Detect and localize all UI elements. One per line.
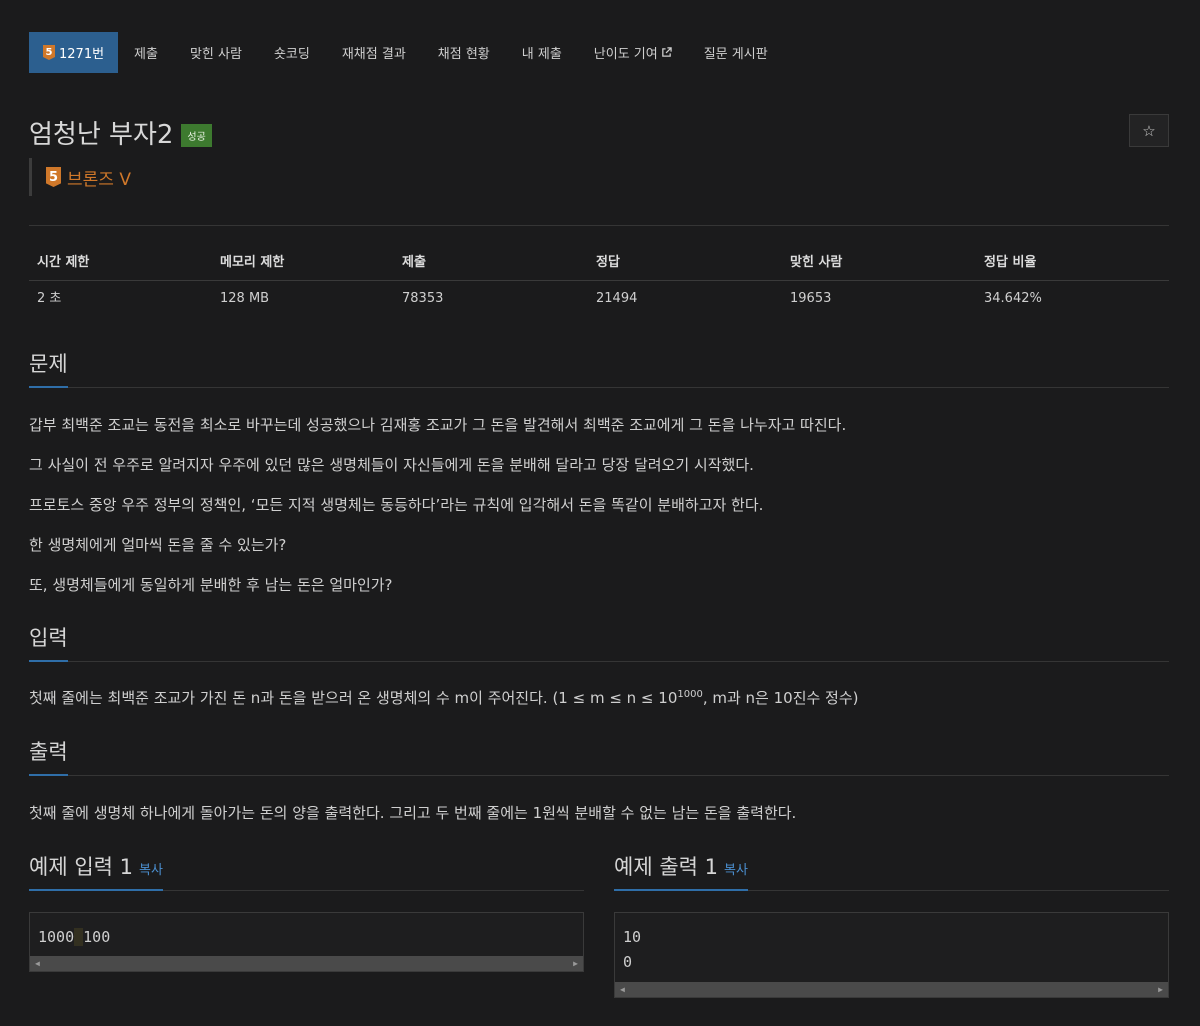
tab-difficulty-contribution[interactable]: 난이도 기여 xyxy=(578,32,688,73)
header-submissions: 제출 xyxy=(402,255,426,270)
header-memory-limit: 메모리 제한 xyxy=(220,255,285,270)
output-section-header: 출력 xyxy=(29,736,1169,776)
header-accepted: 정답 xyxy=(596,255,620,270)
problem-line: 그 사실이 전 우주로 알려지자 우주에 있던 많은 생명체들이 자신들에게 돈… xyxy=(29,456,754,474)
scroll-left-icon[interactable]: ◀ xyxy=(620,985,625,994)
divider xyxy=(29,225,1169,226)
section-title-input: 입력 xyxy=(29,622,68,662)
favorite-star-button[interactable]: ☆ xyxy=(1129,114,1169,147)
sample-input-value: 100 xyxy=(83,928,111,946)
value-time-limit: 2 초 xyxy=(37,291,62,306)
problem-line: 한 생명체에게 얼마씩 돈을 줄 수 있는가? xyxy=(29,536,287,554)
problem-title-row: 엄청난 부자2 성공 xyxy=(29,114,212,151)
scroll-left-icon[interactable]: ◀ xyxy=(35,959,40,968)
whitespace-highlight xyxy=(74,928,84,946)
section-title-output: 출력 xyxy=(29,736,68,776)
tier-badge-icon: 5 xyxy=(43,45,55,60)
value-solved-users: 19653 xyxy=(790,291,832,306)
star-icon: ☆ xyxy=(1142,121,1156,140)
sample-output-line: 10 xyxy=(623,928,642,946)
value-submissions: 78353 xyxy=(402,291,444,306)
tab-question-board[interactable]: 질문 게시판 xyxy=(688,32,784,73)
input-description: 첫째 줄에는 최백준 조교가 가진 돈 n과 돈을 받으러 온 생명체의 수 m… xyxy=(29,687,859,708)
output-description: 첫째 줄에 생명체 하나에게 돌아가는 돈의 양을 출력한다. 그리고 두 번째… xyxy=(29,804,797,822)
sample-input-title-text: 예제 입력 1 xyxy=(29,855,133,879)
problem-line: 프로토스 중앙 우주 정부의 정책인, ‘모든 지적 생명체는 동등하다’라는 … xyxy=(29,496,764,514)
tab-judge-status[interactable]: 채점 현황 xyxy=(422,32,506,73)
tab-submit[interactable]: 제출 xyxy=(118,32,174,73)
sample-output-line: 0 xyxy=(623,953,633,971)
tab-short-coding[interactable]: 숏코딩 xyxy=(258,32,326,73)
input-text: 첫째 줄에는 최백준 조교가 가진 돈 n과 돈을 받으러 온 생명체의 수 m… xyxy=(29,689,678,707)
page-title: 엄청난 부자2 xyxy=(29,120,174,150)
sample-input-box[interactable]: 1000 100 ◀ ▶ xyxy=(29,912,584,972)
tab-my-submissions[interactable]: 내 제출 xyxy=(506,32,578,73)
tab-difficulty-label: 난이도 기여 xyxy=(593,47,658,62)
sample-output-header: 예제 출력 1 복사 xyxy=(614,851,1169,891)
external-link-icon xyxy=(661,47,672,57)
tier-name[interactable]: 브론즈 V xyxy=(67,165,131,190)
problem-section-header: 문제 xyxy=(29,348,1169,388)
sample-output-box[interactable]: 10 0 ◀ ▶ xyxy=(614,912,1169,998)
value-accepted: 21494 xyxy=(596,291,638,306)
header-solved-users: 맞힌 사람 xyxy=(790,255,843,270)
tab-rejudge-results[interactable]: 재채점 결과 xyxy=(326,32,422,73)
stats-table: 시간 제한 메모리 제한 제출 정답 맞힌 사람 정답 비율 2 초 128 M… xyxy=(29,244,1169,317)
status-badge: 성공 xyxy=(181,124,212,147)
problem-line: 갑부 최백준 조교는 동전을 최소로 바꾸는데 성공했으나 김재홍 조교가 그 … xyxy=(29,416,847,434)
tier-badge-icon: 5 xyxy=(46,167,61,187)
stats-value-row: 2 초 128 MB 78353 21494 19653 34.642% xyxy=(29,281,1169,317)
scroll-right-icon[interactable]: ▶ xyxy=(573,959,578,968)
section-title-problem: 문제 xyxy=(29,348,68,388)
input-text-tail: , m과 n은 10진수 정수) xyxy=(702,689,859,707)
sample-output-title: 예제 출력 1 복사 xyxy=(614,851,748,891)
tab-solved-users[interactable]: 맞힌 사람 xyxy=(174,32,258,73)
sample-output-text: 10 0 xyxy=(615,913,1168,975)
problem-line: 또, 생명체들에게 동일하게 분배한 후 남는 돈은 얼마인가? xyxy=(29,576,393,594)
copy-output-button[interactable]: 복사 xyxy=(724,863,748,878)
horizontal-scrollbar[interactable]: ◀ ▶ xyxy=(615,982,1168,997)
horizontal-scrollbar[interactable]: ◀ ▶ xyxy=(30,956,583,971)
value-accept-ratio: 34.642% xyxy=(984,291,1042,306)
sample-input-value: 1000 xyxy=(38,928,75,946)
header-accept-ratio: 정답 비율 xyxy=(984,255,1037,270)
problem-nav: 5 1271번 제출 맞힌 사람 숏코딩 재채점 결과 채점 현황 내 제출 난… xyxy=(29,32,784,73)
sample-input-title: 예제 입력 1 복사 xyxy=(29,851,163,891)
input-section-header: 입력 xyxy=(29,622,1169,662)
value-memory-limit: 128 MB xyxy=(220,291,270,306)
header-time-limit: 시간 제한 xyxy=(37,255,90,270)
exponent: 1000 xyxy=(677,689,703,700)
scroll-right-icon[interactable]: ▶ xyxy=(1158,985,1163,994)
tier-info: 5 브론즈 V xyxy=(29,158,131,196)
tab-problem-label: 1271번 xyxy=(59,47,105,62)
copy-input-button[interactable]: 복사 xyxy=(139,863,163,878)
stats-header-row: 시간 제한 메모리 제한 제출 정답 맞힌 사람 정답 비율 xyxy=(29,244,1169,280)
sample-input-header: 예제 입력 1 복사 xyxy=(29,851,584,891)
tab-problem[interactable]: 5 1271번 xyxy=(29,32,119,73)
sample-output-title-text: 예제 출력 1 xyxy=(614,855,718,879)
sample-input-text: 1000 100 xyxy=(30,913,583,950)
